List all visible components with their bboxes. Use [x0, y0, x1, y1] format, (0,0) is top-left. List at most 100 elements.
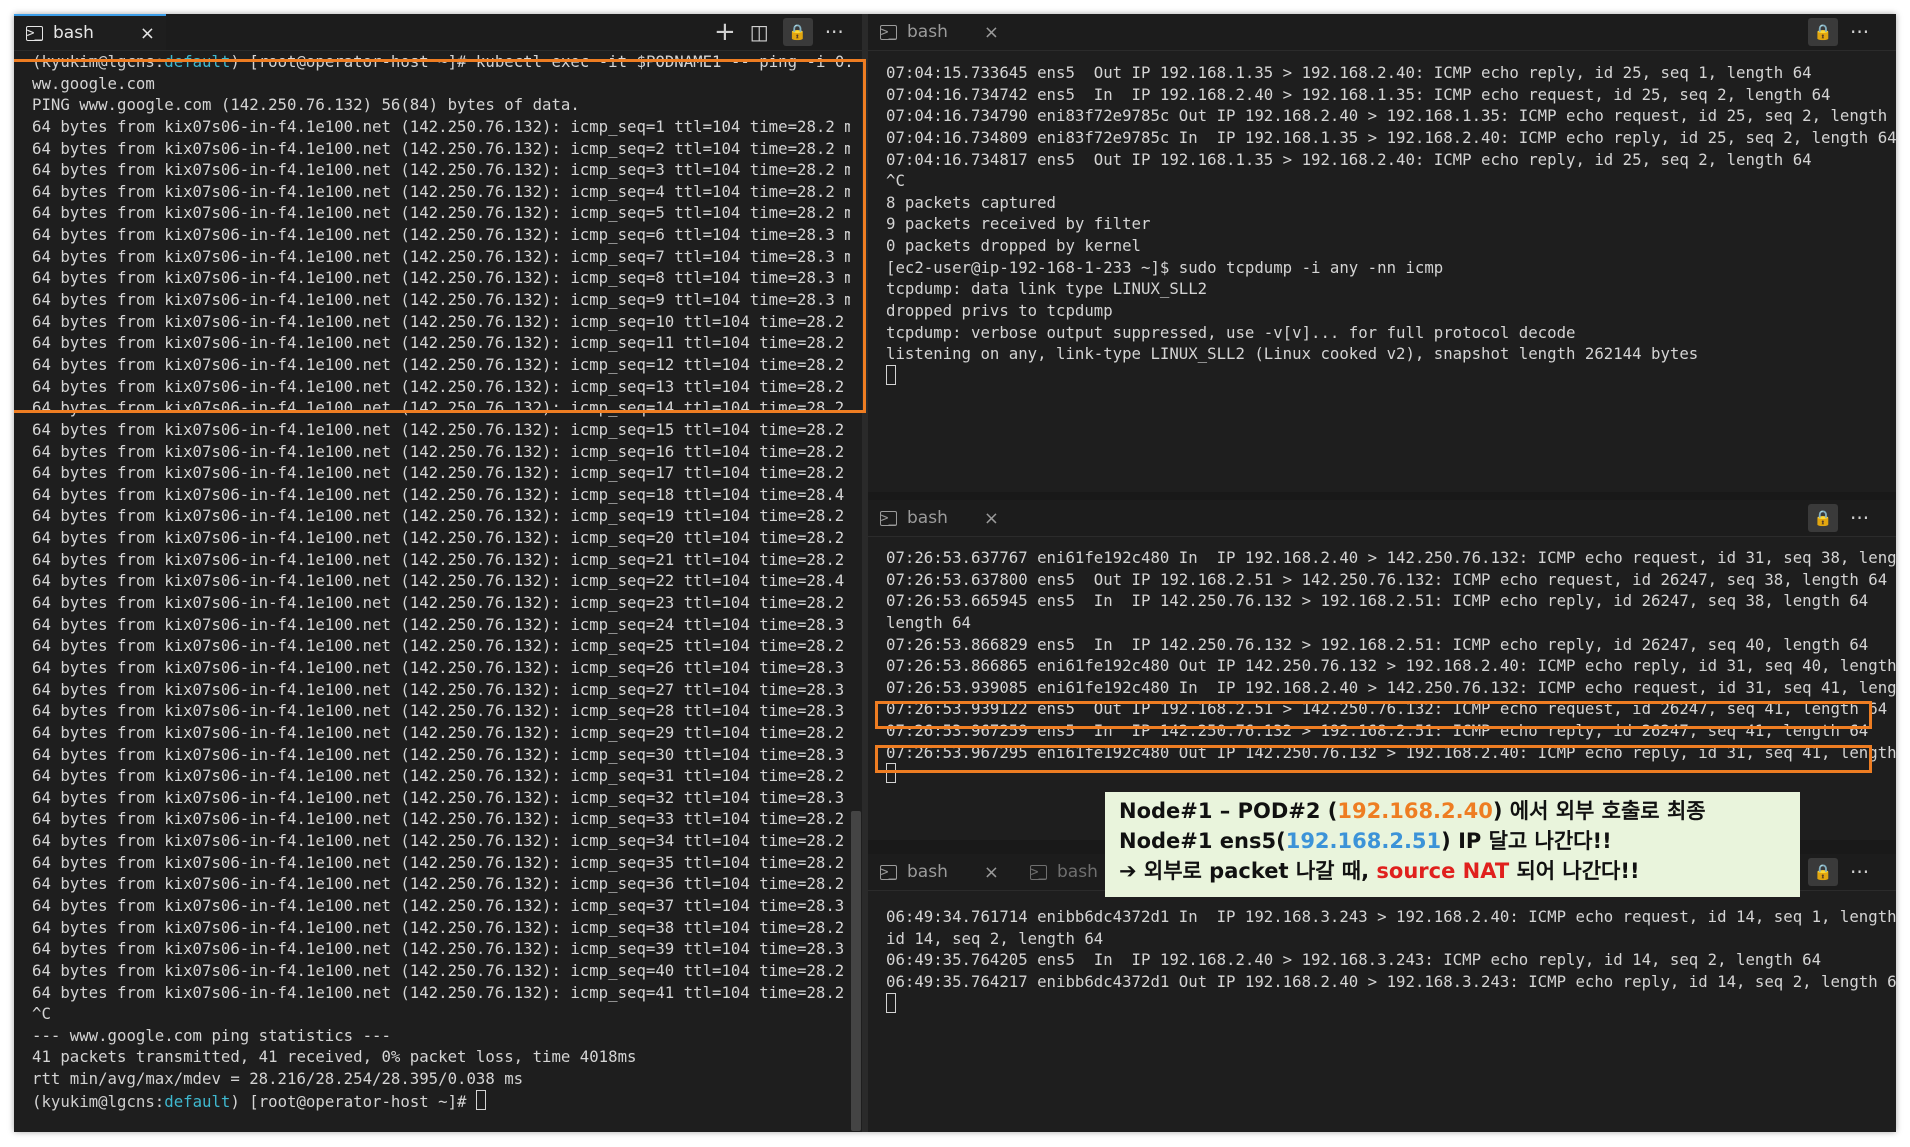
- close-icon[interactable]: ×: [984, 508, 999, 529]
- tab-label: bash: [907, 862, 948, 882]
- terminal-line: 64 bytes from kix07s06-in-f4.1e100.net (…: [32, 874, 862, 894]
- close-icon[interactable]: ×: [984, 22, 999, 43]
- terminal-line: 64 bytes from kix07s06-in-f4.1e100.net (…: [32, 571, 862, 591]
- top-right-terminal-output: 07:04:15.733645 ens5 Out IP 192.168.1.35…: [886, 62, 1896, 387]
- node-ip: 192.168.2.51: [1285, 829, 1442, 853]
- terminal-window: >_ bash × + ◫ 🔒 ··· (kyukim@lgcns:defaul…: [14, 14, 1896, 1132]
- terminal-line: 64 bytes from kix07s06-in-f4.1e100.net (…: [32, 549, 862, 569]
- terminal-line: 64 bytes from kix07s06-in-f4.1e100.net (…: [32, 982, 862, 1002]
- terminal-line: 64 bytes from kix07s06-in-f4.1e100.net (…: [32, 701, 862, 721]
- terminal-line: dropped privs to tcpdump: [886, 301, 1113, 321]
- top-right-controls: 🔒 ···: [1808, 14, 1869, 50]
- tab-label: bash: [907, 508, 948, 528]
- terminal-icon: >_: [1030, 864, 1047, 880]
- terminal-line: 64 bytes from kix07s06-in-f4.1e100.net (…: [32, 809, 862, 829]
- terminal-line: 07:26:53.637800 ens5 Out IP 192.168.2.51…: [886, 569, 1888, 589]
- terminal-line: 07:04:16.734809 eni83f72e9785c In IP 192…: [886, 127, 1896, 147]
- terminal-cursor: [886, 992, 896, 1013]
- left-scrollbar-thumb[interactable]: [851, 811, 861, 1131]
- terminal-icon: >_: [26, 25, 43, 41]
- cursor-line: [886, 992, 1888, 1015]
- terminal-line: 64 bytes from kix07s06-in-f4.1e100.net (…: [32, 895, 862, 915]
- terminal-line: length 64: [886, 612, 972, 632]
- mid-right-controls: 🔒 ···: [1808, 500, 1869, 536]
- terminal-cursor: [886, 364, 896, 385]
- terminal-line: 07:26:53.866865 eni61fe192c480 Out IP 14…: [886, 656, 1896, 676]
- terminal-line: 64 bytes from kix07s06-in-f4.1e100.net (…: [32, 939, 862, 959]
- terminal-line: 0 packets dropped by kernel: [886, 236, 1142, 256]
- more-actions-icon[interactable]: ···: [1850, 860, 1869, 884]
- terminal-line: 64 bytes from kix07s06-in-f4.1e100.net (…: [32, 831, 862, 851]
- terminal-line: 06:49:35.764205 ens5 In IP 192.168.2.40 …: [886, 950, 1822, 970]
- pod-ip: 192.168.2.40: [1337, 799, 1493, 823]
- terminal-line: listening on any, link-type LINUX_SLL2 (…: [886, 344, 1699, 364]
- prompt-namespace: default: [164, 1091, 231, 1111]
- mid-right-tab-bar: >_ bash × 🔒 ···: [868, 500, 1896, 537]
- terminal-line: ^C: [32, 1004, 51, 1024]
- terminal-line: 8 packets captured: [886, 192, 1057, 212]
- annotation-line-2: Node#1 ens5(192.168.2.51) IP 달고 나간다!!: [1119, 829, 1612, 853]
- top-right-terminal-pane[interactable]: >_ bash × 🔒 ··· 07:04:15.733645 ens5 Out…: [868, 14, 1896, 492]
- terminal-line: 07:04:16.734790 eni83f72e9785c Out IP 19…: [886, 106, 1896, 126]
- terminal-line: 64 bytes from kix07s06-in-f4.1e100.net (…: [32, 722, 862, 742]
- terminal-line: 64 bytes from kix07s06-in-f4.1e100.net (…: [32, 463, 862, 483]
- more-actions-icon[interactable]: ···: [1850, 20, 1869, 44]
- mid-right-terminal-pane[interactable]: >_ bash × 🔒 ··· 07:26:53.637767 eni61fe1…: [868, 500, 1896, 840]
- new-terminal-button[interactable]: +: [714, 17, 736, 47]
- terminal-line: 64 bytes from kix07s06-in-f4.1e100.net (…: [32, 506, 862, 526]
- terminal-line: 64 bytes from kix07s06-in-f4.1e100.net (…: [32, 528, 862, 548]
- source-nat-text: source NAT: [1376, 859, 1510, 883]
- lock-icon[interactable]: 🔒: [782, 18, 813, 46]
- more-actions-icon[interactable]: ···: [1850, 506, 1869, 530]
- terminal-line: 64 bytes from kix07s06-in-f4.1e100.net (…: [32, 917, 862, 937]
- more-actions-icon[interactable]: ···: [825, 20, 844, 44]
- tab-bash-left[interactable]: >_ bash ×: [14, 14, 166, 50]
- left-pane-controls: + ◫ 🔒 ···: [714, 14, 844, 50]
- terminal-line: 07:04:16.734817 ens5 Out IP 192.168.1.35…: [886, 149, 1812, 169]
- terminal-line: 64 bytes from kix07s06-in-f4.1e100.net (…: [32, 593, 862, 613]
- close-icon[interactable]: ×: [140, 23, 155, 44]
- reply-to-pod-highlight: [875, 745, 1872, 773]
- close-icon[interactable]: ×: [984, 862, 999, 883]
- terminal-line: 06:49:35.764217 enibb6dc4372d1 Out IP 19…: [886, 971, 1896, 991]
- tab-bash-mid-right[interactable]: >_ bash ×: [868, 500, 1008, 536]
- tab-label: bash: [53, 23, 94, 43]
- tab-bash-bottom-right-1[interactable]: >_ bash ×: [868, 854, 1008, 890]
- terminal-line: 64 bytes from kix07s06-in-f4.1e100.net (…: [32, 484, 862, 504]
- tab-bash-top-right[interactable]: >_ bash ×: [868, 14, 1008, 50]
- annotation-line-3: ➔ 외부로 packet 나갈 때, source NAT 되어 나간다!!: [1119, 859, 1640, 883]
- terminal-line: 64 bytes from kix07s06-in-f4.1e100.net (…: [32, 960, 862, 980]
- terminal-line: 64 bytes from kix07s06-in-f4.1e100.net (…: [32, 636, 862, 656]
- terminal-line: rtt min/avg/max/mdev = 28.216/28.254/28.…: [32, 1069, 524, 1089]
- terminal-line: 64 bytes from kix07s06-in-f4.1e100.net (…: [32, 744, 862, 764]
- bottom-right-terminal-output: 06:49:34.761714 enibb6dc4372d1 In IP 192…: [886, 906, 1896, 1015]
- terminal-icon: >_: [880, 24, 897, 40]
- terminal-line: 07:26:53.866829 ens5 In IP 142.250.76.13…: [886, 634, 1869, 654]
- lock-icon[interactable]: 🔒: [1808, 18, 1838, 46]
- terminal-line: 41 packets transmitted, 41 received, 0% …: [32, 1047, 637, 1067]
- terminal-line: 64 bytes from kix07s06-in-f4.1e100.net (…: [32, 441, 862, 461]
- terminal-line: tcpdump: data link type LINUX_SLL2: [886, 279, 1208, 299]
- terminal-icon: >_: [880, 864, 897, 880]
- terminal-line: 9 packets received by filter: [886, 214, 1151, 234]
- terminal-line: 07:26:53.637767 eni61fe192c480 In IP 192…: [886, 548, 1896, 567]
- terminal-line: (kyukim@lgcns:default) [root@operator-ho…: [32, 1089, 854, 1112]
- top-right-tab-bar: >_ bash × 🔒 ···: [868, 14, 1896, 51]
- left-tab-bar: >_ bash × + ◫ 🔒 ···: [14, 14, 862, 51]
- snat-request-highlight: [875, 701, 1872, 729]
- lock-icon[interactable]: 🔒: [1808, 504, 1838, 532]
- terminal-line: ^C: [886, 171, 905, 191]
- terminal-line: 64 bytes from kix07s06-in-f4.1e100.net (…: [32, 852, 862, 872]
- terminal-line: 07:04:15.733645 ens5 Out IP 192.168.1.35…: [886, 63, 1812, 82]
- terminal-line: --- www.google.com ping statistics ---: [32, 1025, 391, 1045]
- ping-output-highlight: [14, 59, 866, 413]
- tab-label: bash: [1057, 862, 1098, 882]
- terminal-line: 64 bytes from kix07s06-in-f4.1e100.net (…: [32, 787, 862, 807]
- terminal-line: 64 bytes from kix07s06-in-f4.1e100.net (…: [32, 419, 862, 439]
- split-terminal-icon[interactable]: ◫: [750, 20, 769, 44]
- terminal-line: id 14, seq 2, length 64: [886, 928, 1104, 948]
- prompt-user: kyukim@lgcns: [41, 1091, 155, 1111]
- terminal-line: 64 bytes from kix07s06-in-f4.1e100.net (…: [32, 679, 862, 699]
- annotation-line-1: Node#1 – POD#2 (192.168.2.40) 에서 외부 호출로 …: [1119, 799, 1706, 823]
- lock-icon[interactable]: 🔒: [1808, 858, 1838, 886]
